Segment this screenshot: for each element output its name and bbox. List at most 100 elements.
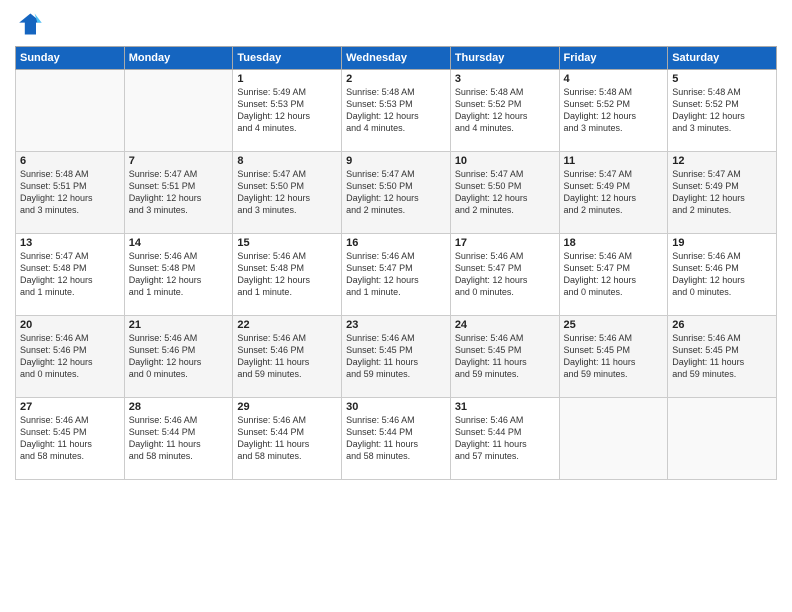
cell-content: Sunrise: 5:47 AM Sunset: 5:50 PM Dayligh… <box>346 168 446 217</box>
cell-content: Sunrise: 5:46 AM Sunset: 5:44 PM Dayligh… <box>346 414 446 463</box>
day-number: 18 <box>564 237 664 249</box>
calendar-table: SundayMondayTuesdayWednesdayThursdayFrid… <box>15 46 777 480</box>
cell-content: Sunrise: 5:46 AM Sunset: 5:45 PM Dayligh… <box>564 332 664 381</box>
calendar-cell <box>668 398 777 480</box>
day-number: 4 <box>564 73 664 85</box>
day-header-monday: Monday <box>124 47 233 70</box>
calendar-cell: 22Sunrise: 5:46 AM Sunset: 5:46 PM Dayli… <box>233 316 342 398</box>
day-number: 31 <box>455 401 555 413</box>
day-number: 5 <box>672 73 772 85</box>
day-number: 28 <box>129 401 229 413</box>
calendar-cell: 11Sunrise: 5:47 AM Sunset: 5:49 PM Dayli… <box>559 152 668 234</box>
cell-content: Sunrise: 5:46 AM Sunset: 5:46 PM Dayligh… <box>237 332 337 381</box>
day-number: 3 <box>455 73 555 85</box>
calendar-cell: 13Sunrise: 5:47 AM Sunset: 5:48 PM Dayli… <box>16 234 125 316</box>
cell-content: Sunrise: 5:47 AM Sunset: 5:49 PM Dayligh… <box>564 168 664 217</box>
calendar-cell: 3Sunrise: 5:48 AM Sunset: 5:52 PM Daylig… <box>450 70 559 152</box>
cell-content: Sunrise: 5:48 AM Sunset: 5:52 PM Dayligh… <box>455 86 555 135</box>
day-number: 10 <box>455 155 555 167</box>
calendar-cell <box>16 70 125 152</box>
day-header-friday: Friday <box>559 47 668 70</box>
week-row-1: 1Sunrise: 5:49 AM Sunset: 5:53 PM Daylig… <box>16 70 777 152</box>
cell-content: Sunrise: 5:46 AM Sunset: 5:44 PM Dayligh… <box>455 414 555 463</box>
calendar-cell: 26Sunrise: 5:46 AM Sunset: 5:45 PM Dayli… <box>668 316 777 398</box>
logo <box>15 10 47 38</box>
cell-content: Sunrise: 5:47 AM Sunset: 5:51 PM Dayligh… <box>129 168 229 217</box>
cell-content: Sunrise: 5:48 AM Sunset: 5:53 PM Dayligh… <box>346 86 446 135</box>
day-header-wednesday: Wednesday <box>342 47 451 70</box>
day-number: 21 <box>129 319 229 331</box>
calendar-cell: 4Sunrise: 5:48 AM Sunset: 5:52 PM Daylig… <box>559 70 668 152</box>
day-number: 2 <box>346 73 446 85</box>
cell-content: Sunrise: 5:46 AM Sunset: 5:46 PM Dayligh… <box>20 332 120 381</box>
day-number: 24 <box>455 319 555 331</box>
calendar-cell: 23Sunrise: 5:46 AM Sunset: 5:45 PM Dayli… <box>342 316 451 398</box>
page: SundayMondayTuesdayWednesdayThursdayFrid… <box>0 0 792 612</box>
cell-content: Sunrise: 5:46 AM Sunset: 5:45 PM Dayligh… <box>346 332 446 381</box>
calendar-cell: 12Sunrise: 5:47 AM Sunset: 5:49 PM Dayli… <box>668 152 777 234</box>
day-number: 30 <box>346 401 446 413</box>
cell-content: Sunrise: 5:48 AM Sunset: 5:52 PM Dayligh… <box>564 86 664 135</box>
calendar-cell: 9Sunrise: 5:47 AM Sunset: 5:50 PM Daylig… <box>342 152 451 234</box>
day-number: 20 <box>20 319 120 331</box>
cell-content: Sunrise: 5:46 AM Sunset: 5:47 PM Dayligh… <box>346 250 446 299</box>
calendar-cell: 17Sunrise: 5:46 AM Sunset: 5:47 PM Dayli… <box>450 234 559 316</box>
day-number: 6 <box>20 155 120 167</box>
calendar-cell: 31Sunrise: 5:46 AM Sunset: 5:44 PM Dayli… <box>450 398 559 480</box>
day-header-thursday: Thursday <box>450 47 559 70</box>
day-number: 9 <box>346 155 446 167</box>
calendar-cell: 21Sunrise: 5:46 AM Sunset: 5:46 PM Dayli… <box>124 316 233 398</box>
calendar-cell: 7Sunrise: 5:47 AM Sunset: 5:51 PM Daylig… <box>124 152 233 234</box>
calendar-cell <box>124 70 233 152</box>
cell-content: Sunrise: 5:46 AM Sunset: 5:45 PM Dayligh… <box>672 332 772 381</box>
day-number: 17 <box>455 237 555 249</box>
day-number: 29 <box>237 401 337 413</box>
week-row-4: 20Sunrise: 5:46 AM Sunset: 5:46 PM Dayli… <box>16 316 777 398</box>
day-number: 1 <box>237 73 337 85</box>
cell-content: Sunrise: 5:46 AM Sunset: 5:48 PM Dayligh… <box>129 250 229 299</box>
cell-content: Sunrise: 5:46 AM Sunset: 5:48 PM Dayligh… <box>237 250 337 299</box>
cell-content: Sunrise: 5:47 AM Sunset: 5:48 PM Dayligh… <box>20 250 120 299</box>
header <box>15 10 777 38</box>
day-number: 25 <box>564 319 664 331</box>
logo-icon <box>15 10 43 38</box>
cell-content: Sunrise: 5:48 AM Sunset: 5:51 PM Dayligh… <box>20 168 120 217</box>
cell-content: Sunrise: 5:46 AM Sunset: 5:47 PM Dayligh… <box>455 250 555 299</box>
cell-content: Sunrise: 5:49 AM Sunset: 5:53 PM Dayligh… <box>237 86 337 135</box>
cell-content: Sunrise: 5:46 AM Sunset: 5:46 PM Dayligh… <box>129 332 229 381</box>
calendar-cell: 10Sunrise: 5:47 AM Sunset: 5:50 PM Dayli… <box>450 152 559 234</box>
day-header-tuesday: Tuesday <box>233 47 342 70</box>
day-number: 27 <box>20 401 120 413</box>
day-number: 8 <box>237 155 337 167</box>
calendar-cell <box>559 398 668 480</box>
day-number: 12 <box>672 155 772 167</box>
cell-content: Sunrise: 5:46 AM Sunset: 5:44 PM Dayligh… <box>129 414 229 463</box>
cell-content: Sunrise: 5:48 AM Sunset: 5:52 PM Dayligh… <box>672 86 772 135</box>
day-number: 7 <box>129 155 229 167</box>
cell-content: Sunrise: 5:46 AM Sunset: 5:45 PM Dayligh… <box>20 414 120 463</box>
day-number: 15 <box>237 237 337 249</box>
day-number: 13 <box>20 237 120 249</box>
calendar-cell: 28Sunrise: 5:46 AM Sunset: 5:44 PM Dayli… <box>124 398 233 480</box>
calendar-cell: 27Sunrise: 5:46 AM Sunset: 5:45 PM Dayli… <box>16 398 125 480</box>
day-number: 11 <box>564 155 664 167</box>
calendar-cell: 6Sunrise: 5:48 AM Sunset: 5:51 PM Daylig… <box>16 152 125 234</box>
cell-content: Sunrise: 5:46 AM Sunset: 5:44 PM Dayligh… <box>237 414 337 463</box>
calendar-cell: 16Sunrise: 5:46 AM Sunset: 5:47 PM Dayli… <box>342 234 451 316</box>
day-number: 16 <box>346 237 446 249</box>
cell-content: Sunrise: 5:47 AM Sunset: 5:49 PM Dayligh… <box>672 168 772 217</box>
day-header-sunday: Sunday <box>16 47 125 70</box>
calendar-cell: 25Sunrise: 5:46 AM Sunset: 5:45 PM Dayli… <box>559 316 668 398</box>
calendar-cell: 29Sunrise: 5:46 AM Sunset: 5:44 PM Dayli… <box>233 398 342 480</box>
calendar-cell: 19Sunrise: 5:46 AM Sunset: 5:46 PM Dayli… <box>668 234 777 316</box>
calendar-cell: 24Sunrise: 5:46 AM Sunset: 5:45 PM Dayli… <box>450 316 559 398</box>
calendar-cell: 15Sunrise: 5:46 AM Sunset: 5:48 PM Dayli… <box>233 234 342 316</box>
week-row-5: 27Sunrise: 5:46 AM Sunset: 5:45 PM Dayli… <box>16 398 777 480</box>
cell-content: Sunrise: 5:47 AM Sunset: 5:50 PM Dayligh… <box>237 168 337 217</box>
cell-content: Sunrise: 5:46 AM Sunset: 5:46 PM Dayligh… <box>672 250 772 299</box>
calendar-cell: 8Sunrise: 5:47 AM Sunset: 5:50 PM Daylig… <box>233 152 342 234</box>
day-number: 22 <box>237 319 337 331</box>
day-number: 23 <box>346 319 446 331</box>
cell-content: Sunrise: 5:46 AM Sunset: 5:47 PM Dayligh… <box>564 250 664 299</box>
cell-content: Sunrise: 5:46 AM Sunset: 5:45 PM Dayligh… <box>455 332 555 381</box>
